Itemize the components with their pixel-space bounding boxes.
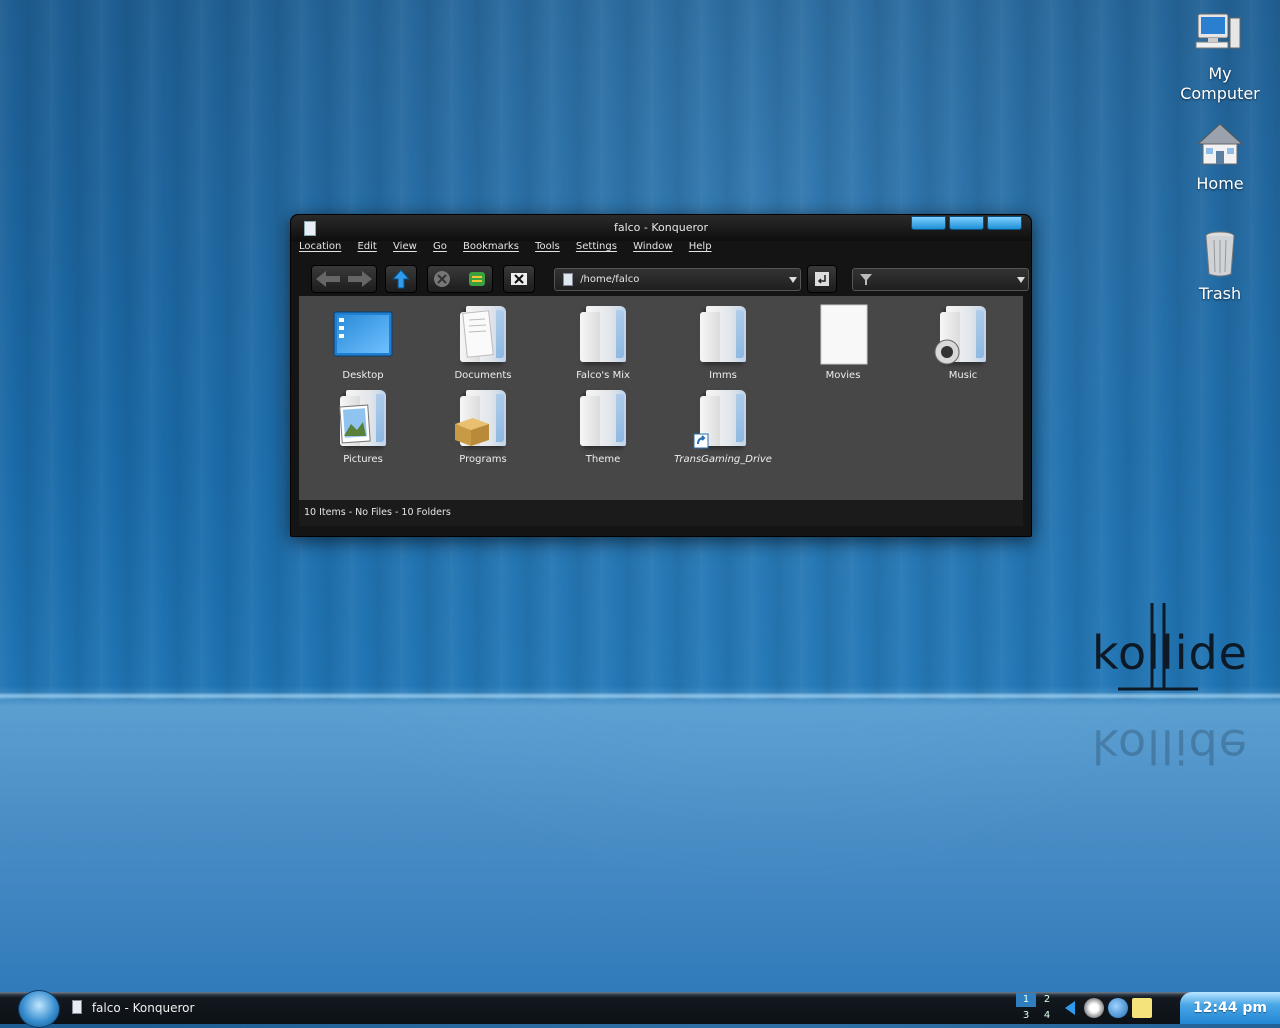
kollide-logo-reflection: kollide xyxy=(1092,719,1248,773)
clear-location-button[interactable] xyxy=(503,265,535,293)
programs-folder-icon xyxy=(453,388,513,450)
desktop-icon-my-computer[interactable]: My Computer xyxy=(1175,10,1265,104)
kmenu-button[interactable] xyxy=(18,990,60,1028)
konqueror-task-icon xyxy=(72,1000,82,1014)
desktop-pager: 1 2 3 4 xyxy=(1016,992,1058,1024)
close-button[interactable] xyxy=(987,216,1022,230)
folder-icon xyxy=(573,304,633,366)
pictures-folder-icon xyxy=(333,388,393,450)
menu-settings[interactable]: Settings xyxy=(576,241,617,252)
file-item-documents[interactable]: Documents xyxy=(428,304,538,381)
file-label: Desktop xyxy=(342,370,384,381)
stop-reload-icon xyxy=(434,271,485,287)
file-item-programs[interactable]: Programs xyxy=(428,388,538,465)
location-folder-icon xyxy=(563,273,573,286)
status-text: 10 Items - No Files - 10 Folders xyxy=(304,507,451,518)
tray-notes-icon[interactable] xyxy=(1132,998,1152,1018)
window-app-icon[interactable] xyxy=(304,221,316,236)
taskbar-item-konqueror[interactable]: falco - Konqueror xyxy=(72,1000,194,1015)
folder-link-icon xyxy=(693,388,753,450)
clock[interactable]: 12:44 pm xyxy=(1180,992,1280,1024)
location-dropdown-icon[interactable] xyxy=(789,277,797,283)
menu-edit[interactable]: Edit xyxy=(357,241,376,252)
movies-icon xyxy=(813,304,873,366)
filter-dropdown-icon[interactable] xyxy=(1017,277,1025,283)
file-label: Imms xyxy=(709,370,737,381)
documents-folder-icon xyxy=(453,304,513,366)
file-label: Programs xyxy=(459,454,507,465)
computer-icon xyxy=(1194,10,1246,62)
konqueror-window: falco - Konqueror Location Edit View Go … xyxy=(290,214,1032,537)
filter-combobox[interactable] xyxy=(852,268,1029,291)
toolbar: /home/falco xyxy=(299,263,1029,295)
tray-disc-icon[interactable] xyxy=(1084,998,1104,1018)
pager-desktop-4[interactable]: 4 xyxy=(1037,1009,1057,1023)
file-item-pictures[interactable]: Pictures xyxy=(308,388,418,465)
filter-icon xyxy=(860,274,872,285)
back-forward-arrows-icon xyxy=(316,271,372,287)
up-arrow-icon xyxy=(391,269,411,289)
folder-icon xyxy=(573,388,633,450)
menu-help[interactable]: Help xyxy=(689,241,712,252)
home-icon xyxy=(1194,120,1246,172)
location-text[interactable]: /home/falco xyxy=(580,274,639,285)
file-item-theme[interactable]: Theme xyxy=(548,388,658,465)
menubar: Location Edit View Go Bookmarks Tools Se… xyxy=(299,241,725,261)
tray-network-icon[interactable] xyxy=(1108,998,1128,1018)
stop-reload-buttons[interactable] xyxy=(427,265,493,293)
music-folder-icon xyxy=(933,304,993,366)
file-label: TransGaming_Drive xyxy=(674,454,772,465)
folder-icon xyxy=(693,304,753,366)
clear-location-icon xyxy=(511,273,527,285)
enter-icon xyxy=(815,272,829,286)
up-button[interactable] xyxy=(385,265,417,293)
location-combobox[interactable]: /home/falco xyxy=(554,268,801,291)
file-label: Music xyxy=(948,370,978,381)
file-item-music[interactable]: Music xyxy=(908,304,1018,381)
file-label: Falco's Mix xyxy=(576,370,630,381)
menu-window[interactable]: Window xyxy=(633,241,672,252)
window-title: falco - Konqueror xyxy=(613,221,709,234)
desktop-icon-trash[interactable]: Trash xyxy=(1175,230,1265,304)
menu-go[interactable]: Go xyxy=(433,241,447,252)
pager-desktop-1[interactable]: 1 xyxy=(1016,993,1036,1007)
back-forward-buttons[interactable] xyxy=(311,265,377,293)
menu-location[interactable]: Location xyxy=(299,241,341,252)
maximize-button[interactable] xyxy=(949,216,984,230)
file-label: Documents xyxy=(454,370,512,381)
file-label: Movies xyxy=(825,370,861,381)
minimize-button[interactable] xyxy=(911,216,946,230)
menu-tools[interactable]: Tools xyxy=(535,241,560,252)
file-item-falcos-mix[interactable]: Falco's Mix xyxy=(548,304,658,381)
menu-view[interactable]: View xyxy=(393,241,417,252)
desktop-folder-icon xyxy=(333,304,393,366)
file-label: Pictures xyxy=(343,454,383,465)
file-view: Desktop Documents Falco's Mix Imms Movie… xyxy=(299,296,1023,500)
file-item-desktop[interactable]: Desktop xyxy=(308,304,418,381)
file-label: Theme xyxy=(585,454,621,465)
file-item-movies[interactable]: Movies xyxy=(788,304,898,381)
trash-icon xyxy=(1194,230,1246,282)
file-item-transgaming-drive[interactable]: TransGaming_Drive xyxy=(668,388,778,465)
taskbar: falco - Konqueror 1 2 3 4 12:44 pm xyxy=(0,990,1280,1028)
desktop-icon-home[interactable]: Home xyxy=(1175,120,1265,194)
taskbar-item-label: falco - Konqueror xyxy=(91,1001,195,1015)
status-bar: 10 Items - No Files - 10 Folders xyxy=(299,500,1023,526)
kollide-logo: kollide xyxy=(1092,626,1248,680)
menu-bookmarks[interactable]: Bookmarks xyxy=(463,241,519,252)
go-button[interactable] xyxy=(807,265,837,293)
file-item-imms[interactable]: Imms xyxy=(668,304,778,381)
pager-desktop-3[interactable]: 3 xyxy=(1016,1009,1036,1023)
wallpaper-horizon xyxy=(0,693,1280,699)
pager-desktop-2[interactable]: 2 xyxy=(1037,993,1057,1007)
window-titlebar[interactable]: falco - Konqueror xyxy=(291,215,1031,241)
tray-collapse-arrow-icon[interactable] xyxy=(1064,1001,1076,1015)
